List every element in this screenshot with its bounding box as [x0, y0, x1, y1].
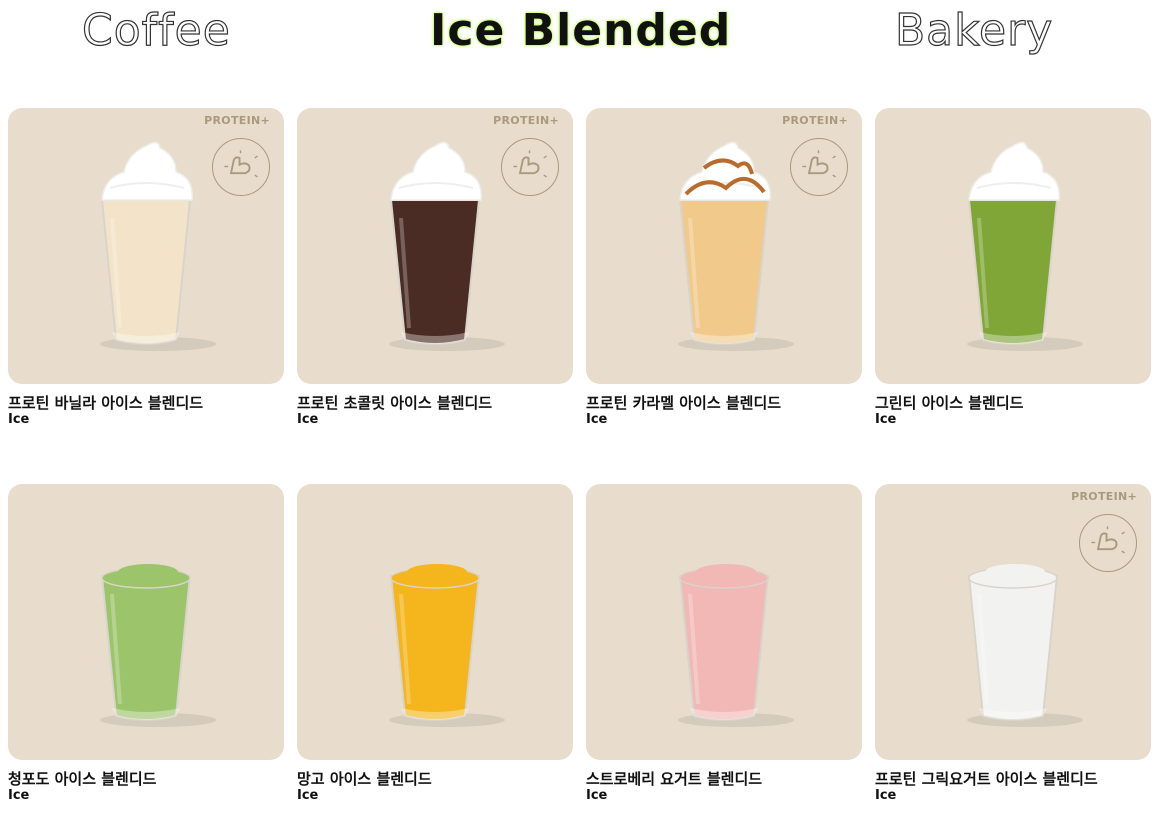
product-image[interactable]: PROTEIN+ — [8, 108, 284, 384]
product-name[interactable]: 스트로베리 요거트 블렌디드 — [586, 768, 762, 789]
muscle-icon — [790, 138, 848, 196]
drink-icon — [389, 564, 505, 727]
protein-label: PROTEIN+ — [204, 114, 270, 127]
drink-icon — [100, 564, 216, 727]
product-temperature: Ice — [8, 788, 30, 803]
tab-ice-blended[interactable]: Ice Blended — [430, 2, 731, 60]
muscle-icon — [1079, 514, 1137, 572]
tab-bakery[interactable]: Bakery — [894, 2, 1053, 60]
product-name[interactable]: 프로틴 바닐라 아이스 블렌디드 — [8, 392, 203, 413]
tab-coffee[interactable]: Coffee — [81, 2, 231, 60]
product-image[interactable]: PROTEIN+ — [297, 108, 573, 384]
protein-label: PROTEIN+ — [493, 114, 559, 127]
muscle-icon — [501, 138, 559, 196]
product-temperature: Ice — [586, 412, 608, 427]
product-name[interactable]: 그린티 아이스 블렌디드 — [875, 392, 1023, 413]
product-image[interactable]: PROTEIN+ — [586, 108, 862, 384]
product-card[interactable]: 망고 아이스 블렌디드 Ice — [297, 484, 573, 803]
product-name[interactable]: 프로틴 카라멜 아이스 블렌디드 — [586, 392, 781, 413]
product-name[interactable]: 망고 아이스 블렌디드 — [297, 768, 432, 789]
product-image[interactable] — [297, 484, 573, 760]
product-card[interactable]: PROTEIN+ 프로틴 그릭요거트 아이스 블렌디드 Ice — [875, 484, 1151, 803]
product-temperature: Ice — [297, 788, 319, 803]
protein-label: PROTEIN+ — [782, 114, 848, 127]
product-temperature: Ice — [586, 788, 608, 803]
product-card[interactable]: PROTEIN+ 프로틴 카라멜 아이스 블렌디드 Ice — [586, 108, 862, 427]
product-image[interactable] — [8, 484, 284, 760]
product-image[interactable]: PROTEIN+ — [875, 484, 1151, 760]
product-temperature: Ice — [875, 412, 897, 427]
category-tabs: Coffee Ice Blended Bakery — [0, 0, 1158, 70]
muscle-icon — [212, 138, 270, 196]
product-card[interactable]: PROTEIN+ 프로틴 초콜릿 아이스 블렌디드 Ice — [297, 108, 573, 427]
product-name[interactable]: 프로틴 그릭요거트 아이스 블렌디드 — [875, 768, 1098, 789]
product-name[interactable]: 프로틴 초콜릿 아이스 블렌디드 — [297, 392, 492, 413]
product-card[interactable]: 스트로베리 요거트 블렌디드 Ice — [586, 484, 862, 803]
product-name[interactable]: 청포도 아이스 블렌디드 — [8, 768, 156, 789]
drink-icon — [967, 141, 1083, 351]
product-temperature: Ice — [875, 788, 897, 803]
product-card[interactable]: 그린티 아이스 블렌디드 Ice — [875, 108, 1151, 427]
product-temperature: Ice — [297, 412, 319, 427]
product-temperature: Ice — [8, 412, 30, 427]
drink-icon — [678, 564, 794, 727]
protein-label: PROTEIN+ — [1071, 490, 1137, 503]
product-card[interactable]: PROTEIN+ 프로틴 바닐라 아이스 블렌디드 Ice — [8, 108, 284, 427]
product-image[interactable] — [875, 108, 1151, 384]
product-card[interactable]: 청포도 아이스 블렌디드 Ice — [8, 484, 284, 803]
product-image[interactable] — [586, 484, 862, 760]
